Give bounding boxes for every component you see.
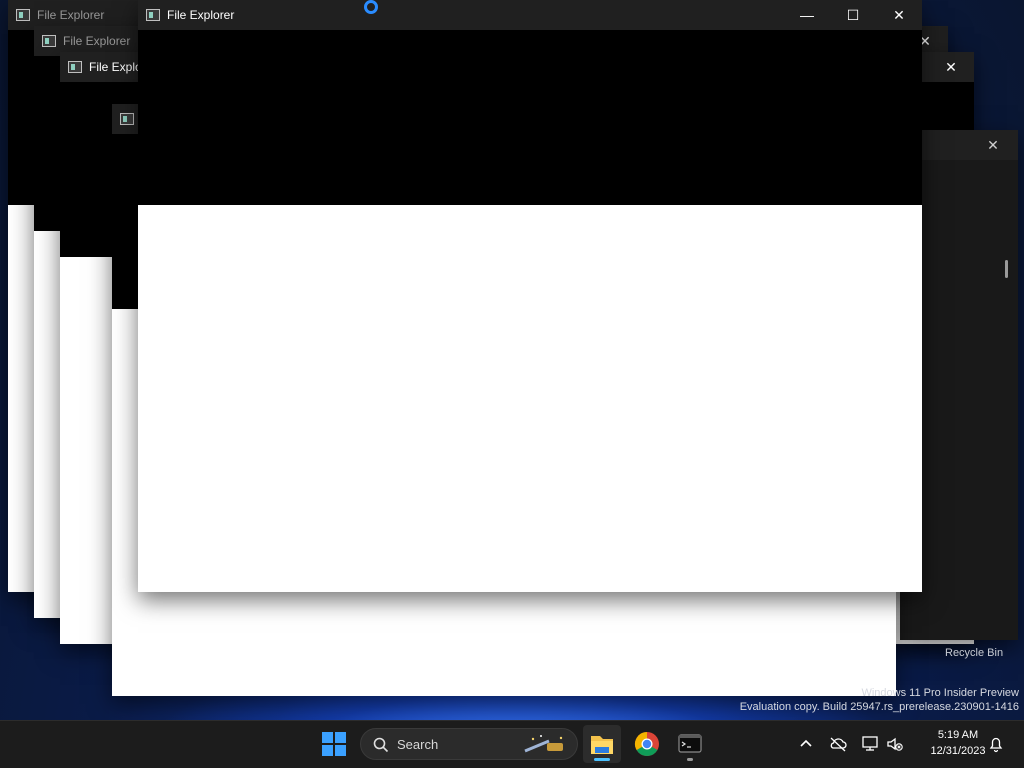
app-icon [16,9,30,21]
notification-bell-icon[interactable] [987,735,1005,753]
app-icon [68,61,82,73]
onedrive-offline-icon[interactable] [828,735,848,753]
window-title: File Explorer [167,8,235,22]
taskbar-chrome-button[interactable] [628,725,666,763]
close-icon[interactable]: ✕ [876,0,922,30]
window-content [138,205,922,592]
search-highlight-icon [524,735,563,753]
watermark: Windows 11 Pro Insider Preview Evaluatio… [740,686,1019,714]
active-indicator [594,758,610,761]
clock-time[interactable]: 5:19 AM [918,729,998,741]
busy-cursor-icon [364,0,378,14]
titlebar[interactable]: File Explorer — ☐ ✕ [138,0,922,30]
search-icon [373,737,389,753]
taskbar-terminal-button[interactable] [671,725,709,763]
search-label: Search [397,737,439,752]
app-icon [146,9,160,21]
search-box[interactable]: Search [360,728,578,760]
minimize-icon[interactable]: — [784,0,830,30]
window-title: File Explorer [37,8,105,22]
volume-muted-icon[interactable] [885,735,905,753]
chrome-icon [634,732,659,757]
window-content-dark [138,30,922,205]
close-icon[interactable]: ✕ [928,52,974,82]
desktop: File Explorer File Explorer ✕ File Explo… [0,0,1024,720]
app-icon [42,35,56,47]
start-icon[interactable] [322,732,346,756]
maximize-icon[interactable]: ☐ [830,0,876,30]
close-icon[interactable]: ✕ [970,130,1016,160]
chevron-up-icon[interactable] [798,737,814,751]
window-title: File Explorer [63,34,131,48]
file-explorer-window[interactable]: File Explorer — ☐ ✕ [138,0,922,592]
scrollbar-thumb[interactable] [1005,260,1008,278]
app-icon [120,113,134,125]
watermark-line-1: Windows 11 Pro Insider Preview [861,687,1019,699]
network-icon[interactable] [860,735,880,753]
taskbar-file-explorer-button[interactable] [583,725,621,763]
watermark-line-2: Evaluation copy. Build 25947.rs_prerelea… [739,701,1019,713]
recycle-bin-label[interactable]: Recycle Bin [945,647,1003,659]
running-indicator [687,758,693,761]
